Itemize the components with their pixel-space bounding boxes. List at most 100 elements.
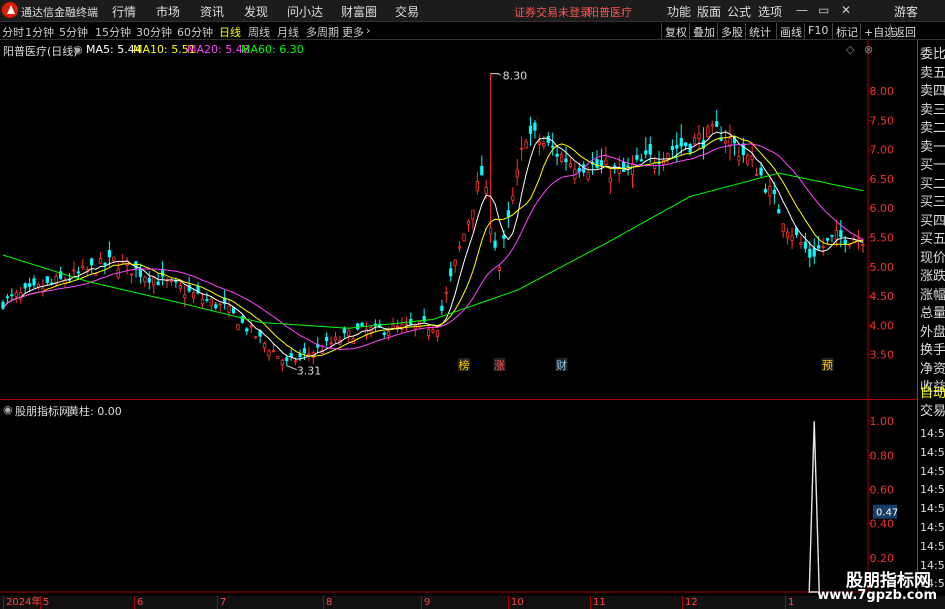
time-axis-label: 7 bbox=[217, 596, 226, 609]
menu-functions[interactable]: 功能 bbox=[667, 3, 691, 20]
menu-news[interactable]: 资讯 bbox=[200, 3, 224, 20]
period-weekly[interactable]: 周线 bbox=[248, 24, 270, 40]
time-axis-label: 11 bbox=[590, 596, 606, 609]
indicator-panel[interactable]: 0.20 0.40 0.60 0.80 1.00 0.47 ◉ 股朋指标网 黄柱: 0.0… bbox=[0, 400, 917, 596]
candle-body bbox=[45, 276, 49, 283]
indicator-dropdown-icon[interactable]: ◉ bbox=[3, 403, 13, 416]
main-chart-panel[interactable]: 3.50 4.00 4.50 5.00 5.50 6.00 6.50 7.00 7.50 8.00… bbox=[0, 40, 917, 400]
restore-icon[interactable]: ▭ bbox=[818, 3, 829, 17]
price-tick-label: 6.00 bbox=[870, 202, 895, 215]
candle-body bbox=[333, 336, 338, 341]
diamond-icon[interactable]: ◇ bbox=[846, 43, 854, 56]
menu-quotes[interactable]: 行情 bbox=[112, 3, 136, 20]
quote-label: 现价 bbox=[920, 250, 945, 266]
watermark-url: www.7gpzb.com bbox=[817, 588, 937, 603]
period-multi[interactable]: 多周期 bbox=[306, 24, 339, 40]
candle-body bbox=[471, 209, 475, 220]
minimize-icon[interactable]: — bbox=[796, 3, 808, 17]
candle-body bbox=[604, 159, 608, 165]
chevron-right-icon[interactable]: › bbox=[366, 24, 370, 37]
candle-body bbox=[10, 294, 14, 297]
period-daily[interactable]: 日线 bbox=[219, 24, 241, 40]
back-button[interactable]: 返回 bbox=[890, 23, 919, 39]
trade-time: 14:56 bbox=[920, 445, 945, 459]
candle-body bbox=[759, 167, 763, 176]
ma60-legend: MA60: 6.30 bbox=[241, 43, 304, 56]
menu-ask-xiaoda[interactable]: 问小达 bbox=[287, 3, 323, 20]
candle-body bbox=[387, 331, 391, 336]
menu-discover[interactable]: 发现 bbox=[244, 3, 268, 20]
candle-body bbox=[568, 163, 573, 168]
period-toolbar: 分时 1分钟 5分钟 15分钟 30分钟 60分钟 日线 周线 月线 多周期 更… bbox=[0, 22, 945, 40]
candle-body bbox=[484, 187, 488, 194]
candle-body bbox=[298, 353, 302, 358]
candle-body bbox=[608, 177, 612, 183]
quote-label: 买二 bbox=[920, 176, 945, 192]
period-15min[interactable]: 15分钟 bbox=[95, 24, 131, 40]
period-60min[interactable]: 60分钟 bbox=[177, 24, 213, 40]
candle-body bbox=[457, 246, 462, 249]
candle-body bbox=[205, 298, 209, 301]
candle-body bbox=[178, 285, 182, 289]
candles bbox=[1, 73, 865, 372]
event-marker-label: 涨 bbox=[494, 359, 505, 372]
period-more[interactable]: 更多 bbox=[342, 24, 364, 40]
candle-body bbox=[723, 140, 728, 144]
candlestick-chart[interactable]: 3.50 4.00 4.50 5.00 5.50 6.00 6.50 7.00 7.50 8.00… bbox=[0, 40, 917, 400]
menu-market[interactable]: 市场 bbox=[156, 3, 180, 20]
candle-body bbox=[750, 155, 754, 161]
menu-formula[interactable]: 公式 bbox=[727, 3, 751, 20]
candle-body bbox=[586, 172, 590, 180]
candle-body bbox=[192, 292, 196, 299]
price-tick-label: 4.50 bbox=[870, 290, 895, 303]
candle-body bbox=[528, 125, 533, 134]
panel-close-icon[interactable]: ⊗ bbox=[864, 43, 873, 56]
candle-body bbox=[293, 360, 298, 363]
candle-body bbox=[152, 277, 156, 286]
login-status[interactable]: 证券交易未登录 bbox=[514, 4, 591, 20]
overlay-button[interactable]: 叠加 bbox=[689, 23, 718, 39]
candle-body bbox=[812, 247, 816, 257]
candle-body bbox=[489, 227, 493, 235]
chart-title: 阳普医疗(日线) bbox=[3, 45, 78, 58]
indicator-tick-label: 0.40 bbox=[870, 518, 895, 531]
candle-body bbox=[138, 268, 143, 278]
menu-options[interactable]: 选项 bbox=[758, 3, 782, 20]
auto-trade-label[interactable]: 自动 bbox=[920, 384, 945, 403]
candle-body bbox=[72, 269, 76, 272]
quote-label: 涨幅 bbox=[920, 287, 945, 303]
candle-body bbox=[103, 262, 107, 266]
quote-label: 卖四 bbox=[920, 84, 945, 99]
period-30min[interactable]: 30分钟 bbox=[136, 24, 172, 40]
candle-body bbox=[639, 159, 643, 162]
candle-body bbox=[373, 323, 377, 326]
draw-line-button[interactable]: 画线 bbox=[776, 23, 805, 39]
indicator-value: 黄柱: 0.00 bbox=[68, 405, 122, 418]
f10-button[interactable]: F10 bbox=[804, 23, 831, 39]
menu-layout[interactable]: 版面 bbox=[697, 3, 721, 20]
period-5min[interactable]: 5分钟 bbox=[59, 24, 88, 40]
mark-button[interactable]: 标记 bbox=[832, 23, 861, 39]
candle-body bbox=[648, 144, 652, 155]
candle-body bbox=[697, 133, 701, 139]
dropdown-circle-icon[interactable]: ◉ bbox=[73, 43, 83, 56]
quote-label: 涨跌 bbox=[920, 269, 945, 284]
period-1min[interactable]: 1分钟 bbox=[25, 24, 54, 40]
restore-rights-button[interactable]: 复权 bbox=[661, 23, 690, 39]
period-intraday[interactable]: 分时 bbox=[2, 24, 24, 40]
candle-body bbox=[449, 268, 453, 277]
statistics-button[interactable]: 统计 bbox=[745, 23, 774, 39]
period-monthly[interactable]: 月线 bbox=[277, 24, 299, 40]
menu-trade[interactable]: 交易 bbox=[395, 3, 419, 20]
candle-body bbox=[156, 281, 160, 286]
indicator-chart[interactable]: 0.20 0.40 0.60 0.80 1.00 0.47 bbox=[0, 400, 917, 596]
candle-body bbox=[329, 342, 333, 345]
candle-body bbox=[551, 145, 555, 148]
user-guest[interactable]: 游客 bbox=[894, 3, 918, 20]
multi-stock-button[interactable]: 多股 bbox=[717, 23, 746, 39]
candle-body bbox=[249, 325, 253, 328]
menu-wealth-circle[interactable]: 财富圈 bbox=[341, 3, 377, 20]
indicator-spike bbox=[808, 421, 820, 593]
close-icon[interactable]: ✕ bbox=[841, 3, 851, 17]
candle-body bbox=[214, 304, 218, 309]
